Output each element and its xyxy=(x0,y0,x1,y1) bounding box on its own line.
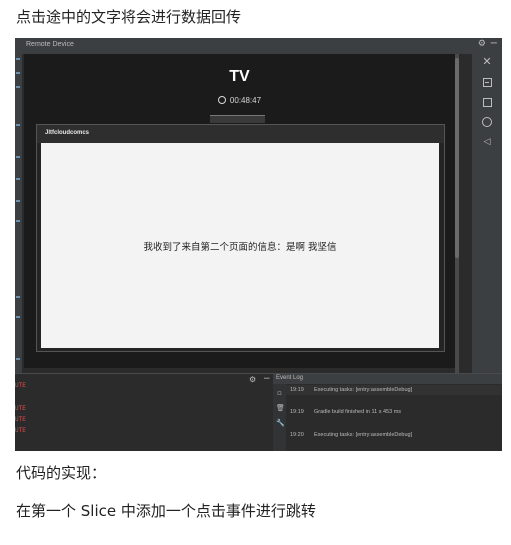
event-log-row[interactable]: 19:19 Gradle build finished in 11 s 453 m… xyxy=(290,409,401,415)
event-log-row[interactable]: 19:19 Executing tasks: [entry:assembleDeb… xyxy=(290,387,412,393)
gutter-mark xyxy=(16,58,20,60)
app-title-bar: Jltfcloudcomcs xyxy=(37,125,444,143)
gutter-mark xyxy=(16,200,20,202)
caption-middle: 代码的实现： xyxy=(16,464,107,482)
ide-window: Remote Device ⚙ − TV 00:48:47 Jltfcloudc… xyxy=(15,38,502,451)
event-text[interactable]: Executing tasks: [entry:assembleDebug] xyxy=(314,432,412,438)
gutter-mark xyxy=(16,296,20,298)
event-log-row[interactable]: 19:20 Executing tasks: [entry:assembleDeb… xyxy=(290,432,412,438)
event-log-sidebar: ▫ 🗑 🔧 xyxy=(273,384,286,451)
event-text[interactable]: Executing tasks: [entry:assembleDebug] xyxy=(314,387,412,393)
event-time: 19:20 xyxy=(290,432,304,438)
window-icon[interactable] xyxy=(481,76,493,88)
device-timer: 00:48:47 xyxy=(24,96,455,105)
event-time: 19:19 xyxy=(290,387,304,393)
gutter-mark xyxy=(16,86,20,88)
back-triangle-icon[interactable]: ◁ xyxy=(481,136,493,148)
event-log-title: Event Log xyxy=(276,375,304,381)
output-line: UTE xyxy=(15,405,26,412)
device-scrollbar[interactable] xyxy=(455,54,459,384)
output-line: UTE xyxy=(15,416,26,423)
home-circle-icon[interactable] xyxy=(481,116,493,128)
app-window: Jltfcloudcomcs 我收到了来自第二个页面的信息：是啊 我坚信 xyxy=(36,124,445,352)
event-text: Gradle build finished in 11 s 453 ms xyxy=(314,409,402,415)
gear-icon[interactable]: ⚙ xyxy=(249,375,256,384)
app-content[interactable]: 我收到了来自第二个页面的信息：是啊 我坚信 xyxy=(41,143,439,348)
received-message-text[interactable]: 我收到了来自第二个页面的信息：是啊 我坚信 xyxy=(41,239,439,253)
scrollbar-thumb[interactable] xyxy=(455,58,459,258)
gutter-mark xyxy=(16,316,20,318)
gutter-mark xyxy=(16,178,20,180)
remote-device-title: Remote Device xyxy=(26,41,74,48)
gutter-mark xyxy=(16,72,20,74)
caption-bottom: 在第一个 Slice 中添加一个点击事件进行跳转 xyxy=(16,502,316,520)
timer-value: 00:48:47 xyxy=(229,96,262,105)
clock-icon xyxy=(217,96,226,104)
run-output-panel: UTE UTE UTE UTE xyxy=(15,374,273,451)
gutter-mark xyxy=(16,124,20,126)
gutter-mark xyxy=(16,220,20,222)
trash-icon[interactable]: 🗑 xyxy=(276,405,285,412)
wrench-icon[interactable]: 🔧 xyxy=(276,420,285,427)
event-log-panel: Event Log ▫ 🗑 🔧 19:19 Executing tasks: [e… xyxy=(273,374,502,451)
output-line: UTE xyxy=(15,427,26,434)
device-tab xyxy=(210,115,265,123)
app-title: Jltfcloudcomcs xyxy=(45,130,90,136)
gear-icon[interactable]: ⚙ xyxy=(478,39,486,49)
remote-device-screen: TV 00:48:47 Jltfcloudcomcs 我收到了来自第二个页面的信… xyxy=(24,54,455,368)
blank-icon[interactable]: ▫ xyxy=(276,390,283,397)
output-line: UTE xyxy=(15,382,26,389)
caption-top: 点击途中的文字将会进行数据回传 xyxy=(16,8,242,26)
device-title: TV xyxy=(229,68,250,85)
event-log-header: Event Log xyxy=(273,374,502,384)
left-gutter xyxy=(15,38,22,373)
close-icon[interactable]: ✕ xyxy=(481,56,493,68)
square-icon[interactable] xyxy=(481,96,493,108)
minimize-icon[interactable]: − xyxy=(490,38,498,49)
remote-device-header: Remote Device ⚙ − xyxy=(22,38,502,54)
minimize-icon[interactable]: − xyxy=(263,374,271,384)
event-time: 19:19 xyxy=(290,409,304,415)
device-controls: ✕ ◁ xyxy=(472,54,502,394)
gutter-mark xyxy=(16,358,20,360)
gutter-mark xyxy=(16,156,20,158)
